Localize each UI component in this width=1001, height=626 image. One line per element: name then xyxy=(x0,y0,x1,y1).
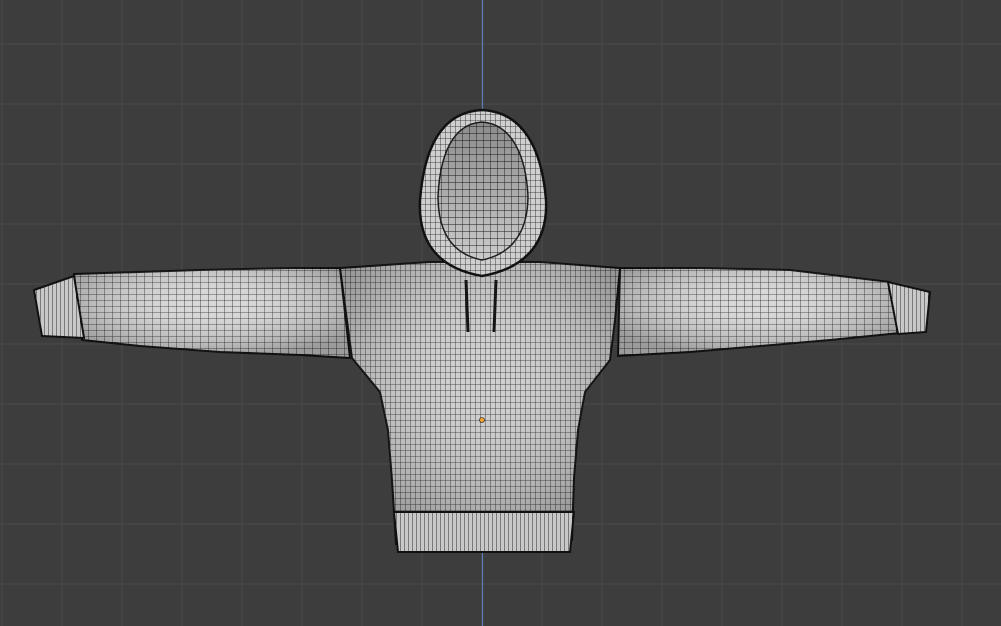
object-origin-marker[interactable] xyxy=(479,417,485,423)
hood xyxy=(418,108,548,278)
waistband xyxy=(392,511,576,553)
3d-viewport[interactable] xyxy=(0,0,1001,626)
viewport-canvas[interactable] xyxy=(0,0,1001,626)
right-drawstring xyxy=(492,279,498,333)
left-drawstring xyxy=(464,279,470,333)
